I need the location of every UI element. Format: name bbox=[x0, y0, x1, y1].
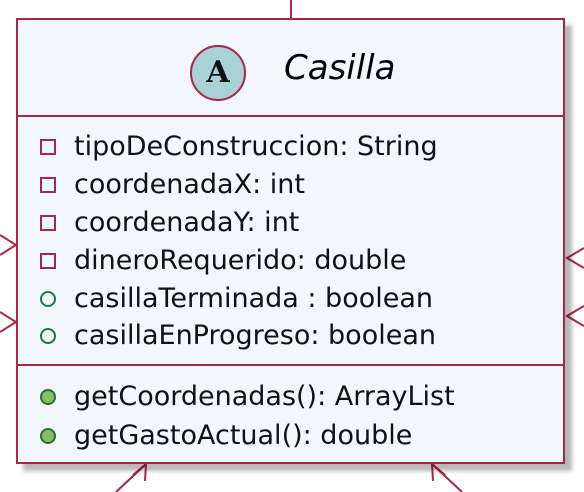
attribute-text: casillaTerminada : boolean bbox=[74, 283, 434, 314]
private-visibility-icon bbox=[40, 139, 56, 155]
private-visibility-icon bbox=[40, 253, 56, 269]
operation-text: getCoordenadas(): ArrayList bbox=[74, 381, 455, 412]
right-arrowhead-upper bbox=[565, 247, 584, 269]
public-method-icon bbox=[40, 389, 56, 405]
class-name: Casilla bbox=[284, 48, 396, 88]
class-box-casilla[interactable]: A Casilla tipoDeConstruccion: String coo… bbox=[16, 18, 565, 464]
left-arrowhead-upper bbox=[0, 234, 18, 256]
attribute-text: casillaEnProgreso: boolean bbox=[74, 320, 436, 351]
operations-divider bbox=[18, 364, 563, 366]
attribute-text: tipoDeConstruccion: String bbox=[74, 131, 438, 162]
right-arrowhead-lower bbox=[565, 305, 584, 327]
public-visibility-icon bbox=[40, 291, 56, 307]
attribute-text: coordenadaX: int bbox=[74, 169, 305, 200]
operation-text: getGastoActual(): double bbox=[74, 420, 413, 451]
private-visibility-icon bbox=[40, 177, 56, 193]
attribute-text: dineroRequerido: double bbox=[74, 245, 407, 276]
attribute-text: coordenadaY: int bbox=[74, 207, 300, 238]
bottom-right-arrowhead bbox=[430, 461, 446, 482]
class-header: A Casilla bbox=[18, 20, 563, 115]
public-visibility-icon bbox=[40, 328, 56, 344]
abstract-stereotype-icon: A bbox=[190, 45, 246, 101]
public-method-icon bbox=[40, 428, 56, 444]
left-arrowhead-lower bbox=[0, 311, 18, 333]
bottom-left-arrowhead bbox=[132, 461, 148, 482]
private-visibility-icon bbox=[40, 215, 56, 231]
attributes-divider bbox=[18, 115, 563, 117]
